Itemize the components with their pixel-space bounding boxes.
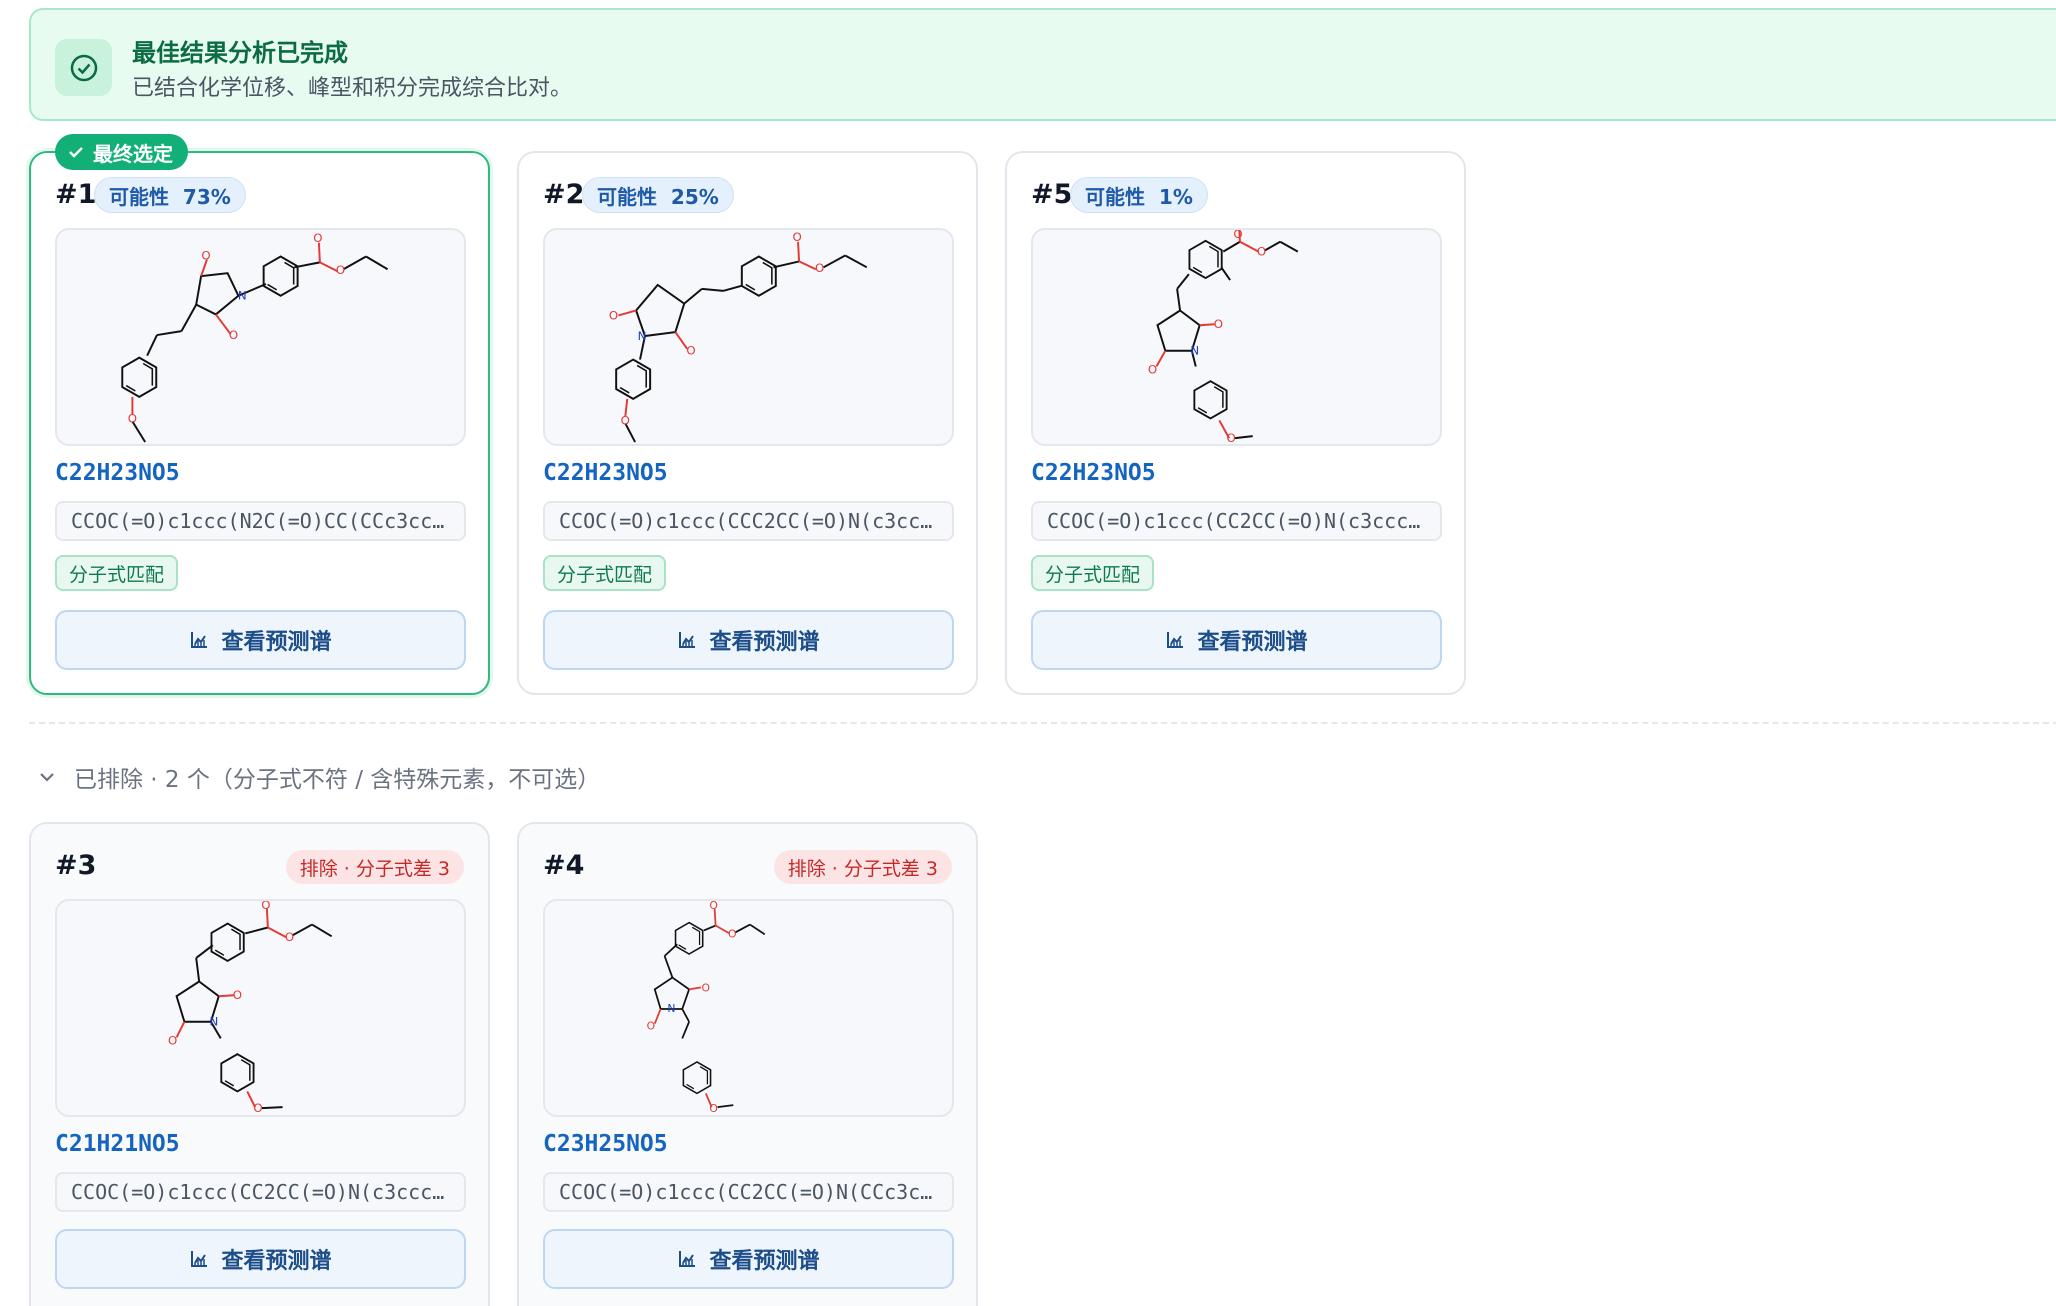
svg-text:O: O bbox=[815, 261, 824, 275]
svg-text:N: N bbox=[1190, 344, 1199, 358]
molecule-structure: O O O O N O bbox=[1031, 228, 1442, 446]
probability-badge: 可能性 1% bbox=[1070, 177, 1208, 213]
svg-text:O: O bbox=[233, 988, 242, 1002]
chart-icon bbox=[677, 630, 697, 650]
svg-text:O: O bbox=[647, 1020, 656, 1033]
candidate-rank: #4 bbox=[543, 850, 585, 881]
probability-badge: 可能性 25% bbox=[582, 177, 734, 213]
candidate-card[interactable]: #2 可能性 25% O N O O O O C22H23NO5 CCOC(=O… bbox=[517, 151, 978, 695]
svg-text:O: O bbox=[128, 411, 137, 425]
smiles-string: CCOC(=O)c1ccc(CC2CC(=O)N(c3ccc(OC)cc3)C2… bbox=[55, 1172, 466, 1212]
button-label: 查看预测谱 bbox=[709, 1249, 820, 1274]
svg-text:N: N bbox=[638, 329, 647, 343]
button-label: 查看预测谱 bbox=[221, 630, 332, 655]
svg-text:N: N bbox=[238, 289, 247, 303]
chart-icon bbox=[677, 1249, 697, 1269]
view-predicted-spectrum-button[interactable]: 查看预测谱 bbox=[1031, 610, 1442, 670]
svg-text:N: N bbox=[667, 1002, 675, 1015]
candidate-card[interactable]: 最终选定 #1 可能性 73% O N O O O O C22H23NO5 CC… bbox=[29, 134, 490, 695]
smiles-string: CCOC(=O)c1ccc(N2C(=O)CC(CCc3ccc(OC)cc3)C… bbox=[55, 501, 466, 541]
final-selected-label: 最终选定 bbox=[93, 141, 173, 166]
molecule-structure: O O O O N O bbox=[55, 899, 466, 1117]
molecule-structure: O N O O O O bbox=[55, 228, 466, 446]
view-predicted-spectrum-button[interactable]: 查看预测谱 bbox=[55, 1229, 466, 1289]
excluded-reason-badge: 排除 · 分子式差 3 bbox=[773, 850, 952, 884]
svg-text:O: O bbox=[1214, 317, 1223, 331]
candidate-rank: #2 bbox=[543, 179, 585, 210]
svg-text:O: O bbox=[1226, 431, 1235, 444]
view-predicted-spectrum-button[interactable]: 查看预测谱 bbox=[543, 610, 954, 670]
formula-match-badge: 分子式匹配 bbox=[543, 555, 667, 591]
formula-match-badge: 分子式匹配 bbox=[55, 555, 179, 591]
svg-text:O: O bbox=[261, 901, 270, 912]
check-icon bbox=[69, 147, 83, 158]
section-divider bbox=[29, 722, 2056, 724]
svg-text:O: O bbox=[1257, 245, 1266, 259]
button-label: 查看预测谱 bbox=[709, 630, 820, 655]
svg-text:O: O bbox=[253, 1101, 262, 1115]
svg-text:O: O bbox=[1233, 230, 1242, 241]
smiles-string: CCOC(=O)c1ccc(CCC2CC(=O)N(c3ccc(OC)cc3)C… bbox=[543, 501, 954, 541]
excluded-section-toggle[interactable]: 已排除 · 2 个（分子式不符 / 含特殊元素，不可选） bbox=[38, 760, 600, 794]
button-label: 查看预测谱 bbox=[221, 1249, 332, 1274]
candidate-rank: #3 bbox=[55, 850, 97, 881]
smiles-string: CCOC(=O)c1ccc(CC2CC(=O)N(CCc3ccc(OC)cc3)… bbox=[543, 1172, 954, 1212]
banner-title: 最佳结果分析已完成 bbox=[132, 39, 348, 67]
chevron-down-icon bbox=[40, 773, 54, 782]
view-predicted-spectrum-button[interactable]: 查看预测谱 bbox=[543, 1229, 954, 1289]
svg-text:O: O bbox=[229, 328, 238, 342]
svg-text:O: O bbox=[336, 263, 345, 277]
final-selected-badge: 最终选定 bbox=[55, 134, 188, 170]
molecular-formula: C23H25NO5 bbox=[543, 1131, 668, 1157]
view-predicted-spectrum-button[interactable]: 查看预测谱 bbox=[55, 610, 466, 670]
candidate-card[interactable]: #5 可能性 1% O O O O N O C22H23NO5 CCOC(=O)… bbox=[1005, 151, 1466, 695]
svg-text:O: O bbox=[709, 901, 718, 912]
molecular-formula: C21H21NO5 bbox=[55, 1131, 180, 1157]
svg-text:O: O bbox=[285, 930, 294, 944]
molecular-formula: C22H23NO5 bbox=[543, 460, 668, 486]
candidate-rank: #1 bbox=[55, 179, 97, 210]
banner-subtitle: 已结合化学位移、峰型和积分完成综合比对。 bbox=[132, 76, 573, 101]
check-circle-icon bbox=[55, 39, 112, 96]
molecular-formula: C22H23NO5 bbox=[1031, 460, 1156, 486]
chart-icon bbox=[1165, 630, 1185, 650]
svg-text:O: O bbox=[168, 1033, 177, 1047]
excluded-toggle-label: 已排除 · 2 个（分子式不符 / 含特殊元素，不可选） bbox=[74, 767, 601, 793]
svg-text:O: O bbox=[686, 344, 695, 358]
candidate-rank: #5 bbox=[1031, 179, 1073, 210]
svg-text:O: O bbox=[201, 248, 210, 262]
probability-badge: 可能性 73% bbox=[94, 177, 246, 213]
svg-text:O: O bbox=[702, 981, 710, 994]
molecule-structure: O N O O O O bbox=[543, 228, 954, 446]
molecule-structure: O O O O N O bbox=[543, 899, 954, 1117]
excluded-candidate-card: #3 排除 · 分子式差 3 O O O O N O C21H21NO5 CCO… bbox=[29, 822, 490, 1306]
result-banner: 最佳结果分析已完成 已结合化学位移、峰型和积分完成综合比对。 bbox=[29, 8, 2056, 121]
formula-match-badge: 分子式匹配 bbox=[1031, 555, 1155, 591]
excluded-candidate-card: #4 排除 · 分子式差 3 O O O O N O C23H25NO5 CCO… bbox=[517, 822, 978, 1306]
svg-text:O: O bbox=[792, 230, 801, 244]
smiles-string: CCOC(=O)c1ccc(CC2CC(=O)N(c3ccc(OC)cc3)C2… bbox=[1031, 501, 1442, 541]
button-label: 查看预测谱 bbox=[1197, 630, 1308, 655]
svg-text:N: N bbox=[209, 1015, 218, 1029]
svg-text:O: O bbox=[728, 927, 737, 940]
svg-text:O: O bbox=[1148, 362, 1157, 376]
chart-icon bbox=[189, 630, 209, 650]
molecular-formula: C22H23NO5 bbox=[55, 460, 180, 486]
svg-text:O: O bbox=[709, 1102, 718, 1115]
svg-text:O: O bbox=[621, 413, 630, 427]
svg-text:O: O bbox=[313, 231, 322, 245]
excluded-reason-badge: 排除 · 分子式差 3 bbox=[285, 850, 464, 884]
svg-text:O: O bbox=[609, 308, 618, 322]
chart-icon bbox=[189, 1249, 209, 1269]
